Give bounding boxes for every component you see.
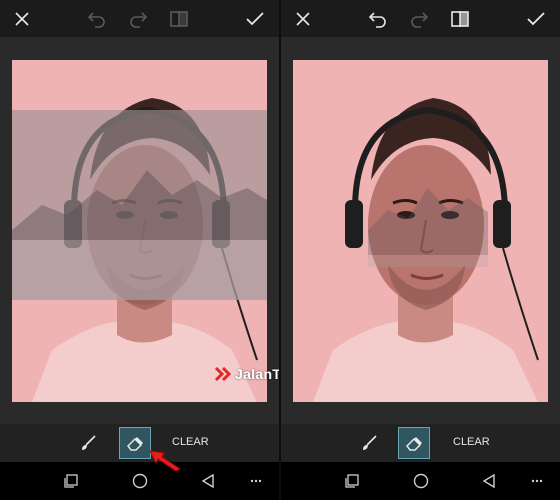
editor-pane-after: CLEAR — [281, 0, 560, 500]
compare-icon[interactable] — [447, 6, 473, 32]
home-icon[interactable] — [130, 471, 150, 491]
eraser-icon[interactable] — [398, 427, 430, 459]
undo-icon[interactable] — [84, 6, 110, 32]
eraser-icon[interactable] — [119, 427, 151, 459]
more-icon[interactable] — [246, 471, 266, 491]
redo-icon[interactable] — [125, 6, 151, 32]
image-canvas[interactable] — [281, 37, 560, 424]
back-icon[interactable] — [198, 471, 218, 491]
android-nav-bar — [281, 462, 560, 500]
undo-icon[interactable] — [365, 6, 391, 32]
back-icon[interactable] — [479, 471, 499, 491]
photo-with-mask[interactable] — [12, 60, 267, 402]
close-icon[interactable] — [9, 6, 35, 32]
annotation-arrow-icon — [148, 447, 182, 476]
brush-icon[interactable] — [72, 427, 104, 459]
compare-icon[interactable] — [166, 6, 192, 32]
watermark-logo: JalanTikus — [215, 365, 279, 383]
top-toolbar — [281, 0, 560, 37]
mask-toolbar: CLEAR — [0, 424, 279, 462]
brush-icon[interactable] — [353, 427, 385, 459]
check-icon[interactable] — [523, 6, 549, 32]
recents-icon[interactable] — [342, 471, 362, 491]
close-icon[interactable] — [290, 6, 316, 32]
clear-button[interactable]: CLEAR — [453, 436, 490, 448]
more-icon[interactable] — [527, 471, 547, 491]
editor-pane-before: JalanTikus CLEAR — [0, 0, 279, 500]
top-toolbar — [0, 0, 279, 37]
photo-with-mask[interactable] — [293, 60, 548, 402]
portrait-image — [293, 60, 548, 402]
watermark-chevron-icon — [215, 367, 231, 381]
watermark-text: JalanTikus — [235, 366, 279, 382]
blend-overlay-layer[interactable] — [12, 110, 267, 300]
screenshot: JalanTikus CLEAR — [0, 0, 560, 500]
android-nav-bar — [0, 462, 279, 500]
mountain-overlay-image — [12, 110, 267, 300]
mask-toolbar: CLEAR — [281, 424, 560, 462]
redo-icon[interactable] — [406, 6, 432, 32]
check-icon[interactable] — [242, 6, 268, 32]
home-icon[interactable] — [411, 471, 431, 491]
recents-icon[interactable] — [61, 471, 81, 491]
